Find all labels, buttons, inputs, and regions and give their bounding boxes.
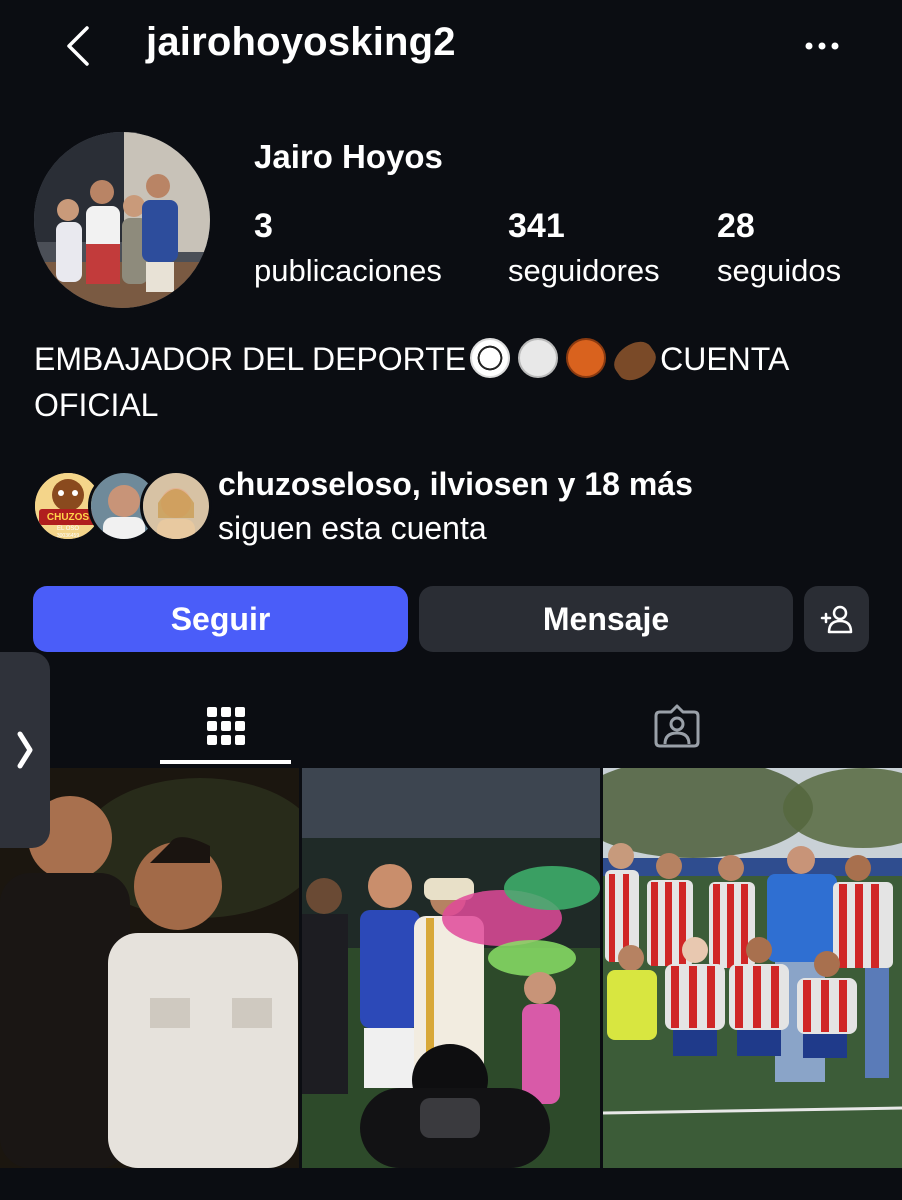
- grid-icon: [206, 707, 245, 745]
- profile-username: jairohoyosking2: [146, 20, 456, 64]
- chevron-left-icon: [67, 26, 89, 66]
- chevron-right-icon: [17, 731, 33, 769]
- volleyball-icon: [518, 338, 559, 378]
- mutual-followers-names: chuzoseloso, ilviosen y 18 más: [218, 466, 693, 502]
- profile-avatar[interactable]: [34, 132, 210, 308]
- mutual-followers-text[interactable]: chuzoseloso, ilviosen y 18 más siguen es…: [218, 462, 693, 550]
- bio-text-suffix: CUENTA: [660, 341, 790, 377]
- bottom-spacer: [0, 1168, 902, 1200]
- followers-count-label: seguidores: [508, 253, 660, 288]
- bio-text: EMBAJADOR DEL DEPORTE: [34, 341, 467, 377]
- basketball-icon: [566, 338, 607, 378]
- avatar: [140, 470, 212, 542]
- profile-bio: EMBAJADOR DEL DEPORTE CUENTA OFICIAL: [34, 335, 874, 428]
- bio-text-line2: OFICIAL: [34, 387, 159, 423]
- following-count-label: seguidos: [717, 253, 842, 288]
- profile-display-name: Jairo Hoyos: [254, 138, 443, 175]
- suggested-accounts-button[interactable]: [804, 586, 869, 652]
- chuzos-badge-subtext: EL OSO: [57, 526, 79, 532]
- followers-count-value: 341: [508, 207, 565, 245]
- add-person-icon: [820, 605, 852, 634]
- following-count-value: 28: [717, 207, 755, 245]
- follow-button[interactable]: Seguir: [33, 586, 408, 652]
- message-button[interactable]: Mensaje: [419, 586, 793, 652]
- post-thumbnail[interactable]: [302, 768, 600, 1168]
- post-image: [302, 768, 600, 1168]
- soccer-ball-icon: [470, 338, 511, 378]
- tab-posts-grid[interactable]: [160, 690, 291, 762]
- chuzos-badge-phone: 30036459: [57, 533, 79, 539]
- back-button[interactable]: [56, 22, 100, 70]
- tab-tagged[interactable]: [611, 690, 742, 762]
- posts-count-value: 3: [254, 207, 273, 245]
- profile-photo: [34, 132, 210, 308]
- more-options-button[interactable]: [792, 24, 852, 68]
- active-tab-indicator: [160, 760, 291, 764]
- mutual-followers-avatars[interactable]: CHUZOS EL OSO 30036459: [32, 470, 212, 542]
- following-count[interactable]: 28 seguidos: [717, 205, 841, 291]
- more-horizontal-icon: [805, 42, 839, 50]
- mutual-followers-subtitle: siguen esta cuenta: [218, 510, 487, 546]
- american-football-icon: [608, 335, 663, 387]
- chuzos-badge-text: CHUZOS: [47, 512, 90, 523]
- post-thumbnail[interactable]: [603, 768, 902, 1168]
- posts-count-label: publicaciones: [254, 253, 442, 288]
- post-image: [603, 768, 902, 1168]
- side-panel-handle[interactable]: [0, 652, 50, 848]
- tagged-person-icon: [654, 704, 699, 748]
- followers-count[interactable]: 341 seguidores: [508, 205, 660, 291]
- posts-count[interactable]: 3 publicaciones: [254, 205, 442, 291]
